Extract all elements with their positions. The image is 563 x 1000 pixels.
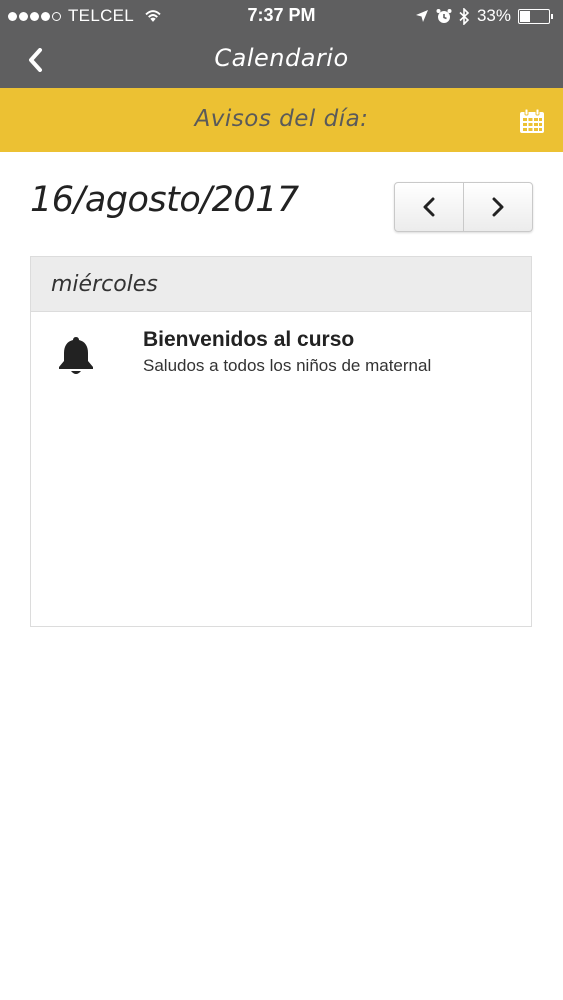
status-right: 33% <box>415 6 553 26</box>
alarm-icon <box>436 9 452 23</box>
next-day-button[interactable] <box>464 183 532 231</box>
weekday-header: miércoles <box>31 257 531 312</box>
current-date: 16/agosto/2017 <box>30 180 299 220</box>
notice-item[interactable]: Bienvenidos al curso Saludos a todos los… <box>31 312 531 392</box>
battery-icon <box>518 8 553 24</box>
navigation-bar: Calendario <box>0 32 563 88</box>
notice-title: Bienvenidos al curso <box>143 328 355 351</box>
chevron-left-icon <box>423 197 435 217</box>
calendar-button[interactable] <box>519 108 545 134</box>
battery-percent: 33% <box>476 6 511 25</box>
previous-day-button[interactable] <box>395 183 464 231</box>
bluetooth-icon <box>459 7 470 25</box>
page-title: Calendario <box>214 44 349 72</box>
notice-body: Saludos a todos los niños de maternal <box>143 356 432 375</box>
location-arrow-icon <box>415 10 428 22</box>
chevron-right-icon <box>492 197 504 217</box>
status-bar: TELCEL 7:37 PM 33% <box>0 0 563 32</box>
date-navigation <box>394 182 533 232</box>
day-panel: miércoles Bienvenidos al curso Saludos a… <box>30 256 532 627</box>
bell-icon <box>59 337 93 374</box>
notices-header-title: Avisos del día: <box>194 106 369 132</box>
notices-header: Avisos del día: <box>0 88 563 152</box>
calendar-icon <box>520 108 544 133</box>
